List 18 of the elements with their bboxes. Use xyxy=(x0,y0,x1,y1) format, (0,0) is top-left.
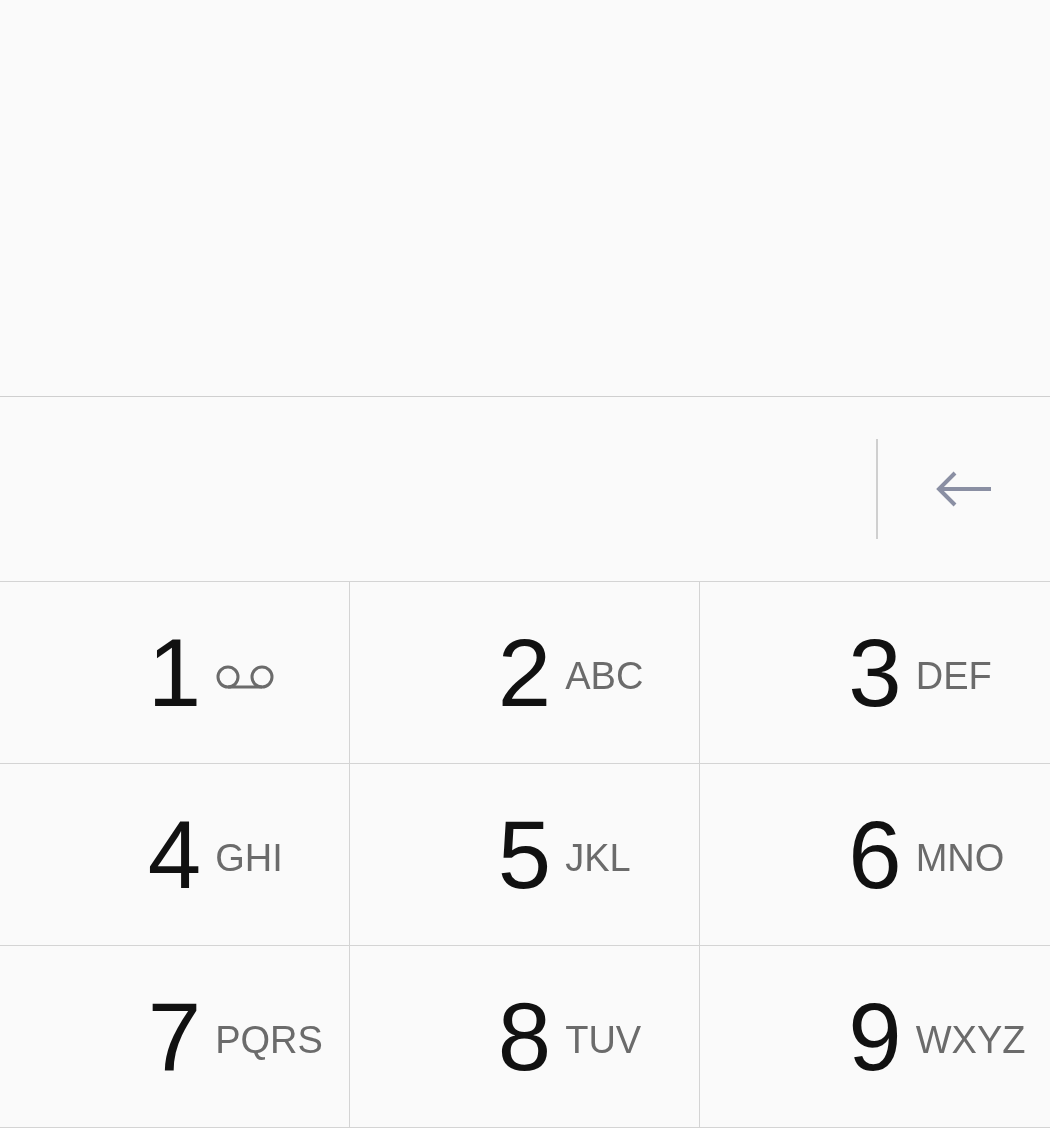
key-letters: DEF xyxy=(915,656,992,695)
key-letters: PQRS xyxy=(215,1020,323,1059)
key-letters: WXYZ xyxy=(915,1020,1026,1059)
key-digit: 9 xyxy=(848,988,902,1085)
key-letters: JKL xyxy=(565,838,631,877)
key-letters: ABC xyxy=(565,656,644,695)
key-digit: 5 xyxy=(497,806,552,903)
key-digit: 8 xyxy=(497,988,552,1085)
key-digit: 4 xyxy=(147,806,202,903)
key-digit: 7 xyxy=(147,988,202,1085)
dial-key[interactable]: 1 xyxy=(0,582,350,764)
key-letters: GHI xyxy=(215,838,283,877)
key-digit: 2 xyxy=(497,624,552,721)
key-digit: 3 xyxy=(848,624,902,721)
key-letters: MNO xyxy=(915,838,1005,877)
key-letters: TUV xyxy=(565,1020,642,1059)
key-digit: 6 xyxy=(848,806,902,903)
key-digit: 1 xyxy=(147,624,202,721)
